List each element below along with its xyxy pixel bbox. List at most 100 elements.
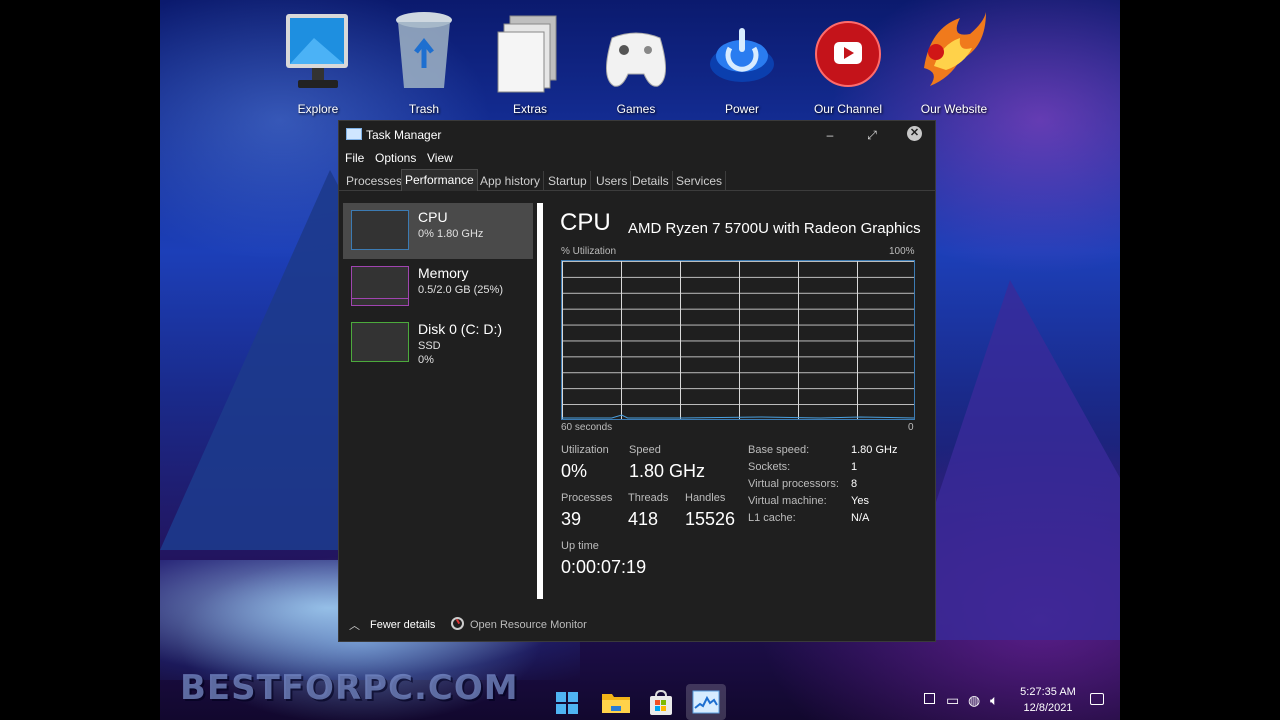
spec-key: Base speed: xyxy=(748,444,810,456)
memory-thumbnail-graph xyxy=(351,266,409,306)
taskbar: ▭ ◍ 🔈︎ 5:27:35 AM 12/8/2021 xyxy=(160,680,1120,720)
desktop-icon-label: Our Channel xyxy=(813,102,883,116)
maximize-button[interactable]: ⤢ xyxy=(857,125,887,145)
utilization-line xyxy=(562,414,914,419)
power-icon xyxy=(710,28,774,82)
cpu-utilization-graph xyxy=(561,260,915,420)
resource-value: 0.5/2.0 GB (25%) xyxy=(418,284,503,296)
desktop-icon-label: Extras xyxy=(512,102,547,116)
panel-splitter[interactable] xyxy=(537,203,543,599)
threads-value: 418 xyxy=(628,509,659,529)
tab-processes[interactable]: Processes xyxy=(343,171,407,191)
resource-monitor-icon xyxy=(451,617,464,630)
notifications-icon[interactable] xyxy=(1090,693,1104,705)
clock-date[interactable]: 12/8/2021 xyxy=(1018,702,1078,714)
speed-value: 1.80 GHz xyxy=(629,461,706,481)
tab-details[interactable]: Details xyxy=(629,171,673,191)
recycle-bin-icon xyxy=(396,12,452,88)
gamepad-icon xyxy=(606,32,666,87)
graph-x-label: 60 seconds xyxy=(561,422,613,433)
volume-icon[interactable]: 🔈︎ xyxy=(990,692,998,709)
desktop-icon-label: Our Website xyxy=(920,102,988,116)
network-icon[interactable]: ◍ xyxy=(968,692,980,709)
file-explorer-icon xyxy=(602,694,630,713)
graph-x-min: 0 xyxy=(908,422,914,433)
spec-value: N/A xyxy=(851,512,870,524)
screen: Explore Trash Extras Games Power Our Cha… xyxy=(0,0,1280,720)
page-title: CPU xyxy=(560,209,611,236)
resource-cpu[interactable]: CPU 0% 1.80 GHz xyxy=(343,203,533,259)
resource-value: SSD xyxy=(418,340,441,352)
menu-file[interactable]: File xyxy=(345,151,364,165)
clock-time[interactable]: 5:27:35 AM xyxy=(1018,686,1078,698)
cpu-thumbnail-graph xyxy=(351,210,409,250)
resource-name: Disk 0 (C: D:) xyxy=(418,321,502,337)
battery-icon[interactable]: ▭ xyxy=(946,692,959,709)
chevron-up-icon[interactable]: ︿ xyxy=(349,617,360,633)
store-button[interactable] xyxy=(640,684,680,720)
desktop-icon-trash[interactable]: Trash xyxy=(376,4,472,116)
resource-name: CPU xyxy=(418,209,448,225)
menu-view[interactable]: View xyxy=(427,151,453,165)
start-button[interactable] xyxy=(546,684,586,720)
resource-memory[interactable]: Memory 0.5/2.0 GB (25%) xyxy=(343,259,533,315)
minimize-button[interactable]: – xyxy=(815,125,845,145)
spec-key: Virtual processors: xyxy=(748,478,839,490)
tab-services[interactable]: Services xyxy=(673,171,727,191)
open-resource-monitor-link[interactable]: Open Resource Monitor xyxy=(470,619,587,631)
task-manager-icon xyxy=(692,690,720,714)
spec-value: Yes xyxy=(851,495,869,507)
store-icon xyxy=(650,690,672,715)
tab-app-history[interactable]: App history xyxy=(477,171,545,191)
youtube-icon xyxy=(815,21,881,87)
resource-value: 0% xyxy=(418,354,434,366)
fewer-details-button[interactable]: Fewer details xyxy=(370,619,435,631)
desktop-icon-explore[interactable]: Explore xyxy=(270,4,366,116)
speed-label: Speed xyxy=(629,444,661,456)
spec-key: L1 cache: xyxy=(748,512,796,524)
spec-value: 1 xyxy=(851,461,858,473)
folder-icon xyxy=(497,15,557,93)
file-explorer-button[interactable] xyxy=(596,684,636,720)
spec-key: Sockets: xyxy=(748,461,791,473)
resource-value: 0% 1.80 GHz xyxy=(418,228,484,240)
desktop-icon-label: Power xyxy=(724,102,759,116)
uptime-label: Up time xyxy=(561,540,599,552)
resource-name: Memory xyxy=(418,265,469,281)
handles-label: Handles xyxy=(685,492,726,504)
close-button[interactable]: ✕ xyxy=(907,126,922,141)
processes-value: 39 xyxy=(561,509,582,529)
graph-y-label: % Utilization xyxy=(561,246,617,257)
task-manager-taskbar-button[interactable] xyxy=(686,684,726,720)
graph-y-max: 100% xyxy=(889,246,915,257)
desktop-icon-extras[interactable]: Extras xyxy=(482,4,578,116)
desktop-icon-label: Trash xyxy=(408,102,440,116)
notification-square-icon[interactable] xyxy=(924,693,935,704)
tab-performance[interactable]: Performance xyxy=(401,169,478,191)
monitor-icon xyxy=(286,14,348,88)
tab-bar: Processes Performance App history Startu… xyxy=(339,169,935,191)
resource-disk[interactable]: Disk 0 (C: D:) SSD 0% xyxy=(343,315,533,371)
desktop-icon-games[interactable]: Games xyxy=(588,4,684,116)
tab-startup[interactable]: Startup xyxy=(545,171,591,191)
uptime-value: 0:00:07:19 xyxy=(561,557,647,577)
desktop-icon-our-website[interactable]: Our Website xyxy=(906,4,1002,116)
handles-value: 15526 xyxy=(685,509,736,529)
title-bar[interactable]: Task Manager – ⤢ ✕ xyxy=(339,121,935,147)
utilization-value: 0% xyxy=(561,461,588,481)
desktop-icon-label: Explore xyxy=(297,102,339,116)
cpu-model-name: AMD Ryzen 7 5700U with Radeon Graphics xyxy=(628,220,921,237)
window-title: Task Manager xyxy=(366,128,442,142)
spec-key: Virtual machine: xyxy=(748,495,827,507)
spec-value: 1.80 GHz xyxy=(851,444,898,456)
desktop-icon-our-channel[interactable]: Our Channel xyxy=(800,4,896,116)
desktop-icon-power[interactable]: Power xyxy=(694,4,790,116)
task-manager-window: Task Manager – ⤢ ✕ File Options View Pro… xyxy=(338,120,936,642)
task-manager-app-icon xyxy=(346,128,362,140)
start-icon xyxy=(556,692,578,714)
tab-users[interactable]: Users xyxy=(593,171,632,191)
menu-options[interactable]: Options xyxy=(375,151,416,165)
threads-label: Threads xyxy=(628,492,669,504)
utilization-label: Utilization xyxy=(561,444,609,456)
disk-thumbnail-graph xyxy=(351,322,409,362)
